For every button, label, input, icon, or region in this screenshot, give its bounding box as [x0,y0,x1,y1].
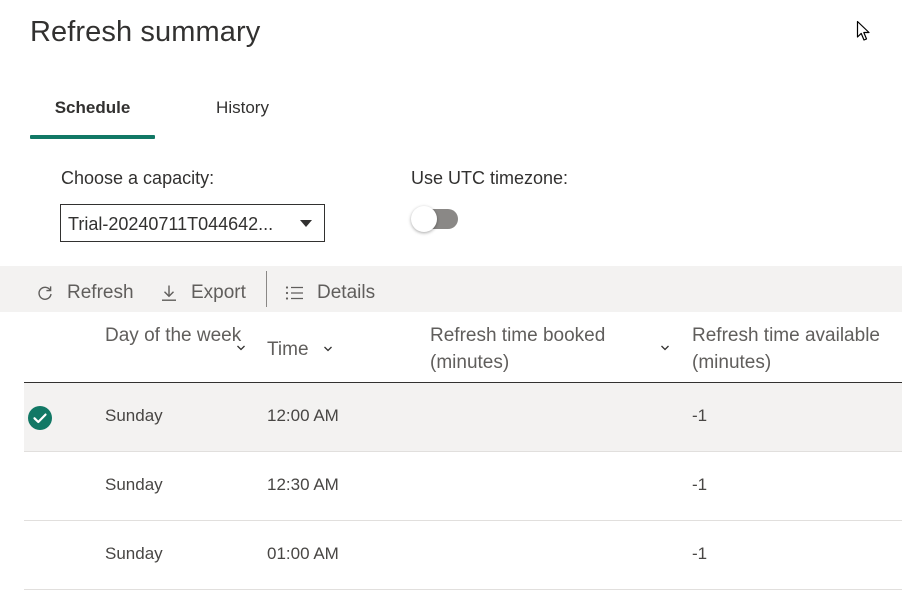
column-header-day-label: Day of the week [105,325,242,346]
tab-list: Schedule History [30,88,310,140]
table-row[interactable]: Sunday 01:00 AM -1 [24,521,902,590]
column-header-available[interactable]: Refresh time available (minutes) [692,322,902,376]
tab-schedule[interactable]: Schedule [30,88,155,138]
chevron-down-icon [324,346,332,352]
schedule-grid: Day of the week Time Refresh time booked… [24,314,902,590]
cell-day: Sunday [105,406,163,425]
column-header-time[interactable]: Time [267,336,332,363]
refresh-label: Refresh [67,282,134,303]
cell-available: -1 [692,544,708,563]
column-header-time-label: Time [267,339,309,360]
chevron-down-icon [237,345,245,351]
column-header-day[interactable]: Day of the week [105,322,255,351]
checkmark-icon [33,413,47,424]
cell-time: 12:30 AM [267,475,339,494]
column-header-booked[interactable]: Refresh time booked (minutes) [430,322,670,376]
column-header-available-label: Refresh time available (minutes) [692,325,880,373]
checkmark-circle-icon[interactable] [28,406,52,430]
toolbar-divider [266,271,267,307]
table-row[interactable]: Sunday 12:00 AM -1 [24,383,902,452]
refresh-button[interactable]: Refresh [36,270,134,316]
chevron-down-icon [661,345,669,351]
export-label: Export [191,282,246,303]
cell-time: 12:00 AM [267,406,339,425]
caret-down-icon [300,220,312,227]
capacity-dropdown[interactable]: Trial-20240711T044642... [60,204,325,242]
utc-timezone-label: Use UTC timezone: [411,168,569,188]
tab-history[interactable]: History [190,88,295,138]
grid-header-row: Day of the week Time Refresh time booked… [24,314,902,383]
cell-time: 01:00 AM [267,544,339,563]
export-button[interactable]: Export [160,270,246,316]
cell-day: Sunday [105,544,163,563]
toggle-knob [411,206,437,232]
active-tab-indicator [30,135,155,139]
utc-timezone-toggle[interactable] [411,206,458,232]
page-title: Refresh summary [30,16,261,48]
download-icon [162,285,176,301]
cell-day: Sunday [105,475,163,494]
capacity-selected-value: Trial-20240711T044642... [68,214,274,234]
mouse-cursor-icon [856,20,870,41]
cell-available: -1 [692,475,708,494]
column-header-booked-label: Refresh time booked (minutes) [430,325,606,373]
refresh-summary-panel: Refresh summary Schedule History Choose … [0,0,902,592]
command-bar: Refresh Export Details [0,266,902,312]
cell-available: -1 [692,406,708,425]
refresh-icon [38,286,52,300]
details-label: Details [317,282,376,303]
details-button[interactable]: Details [285,270,375,316]
list-icon [285,286,303,300]
table-row[interactable]: Sunday 12:30 AM -1 [24,452,902,521]
capacity-label: Choose a capacity: [61,168,215,188]
